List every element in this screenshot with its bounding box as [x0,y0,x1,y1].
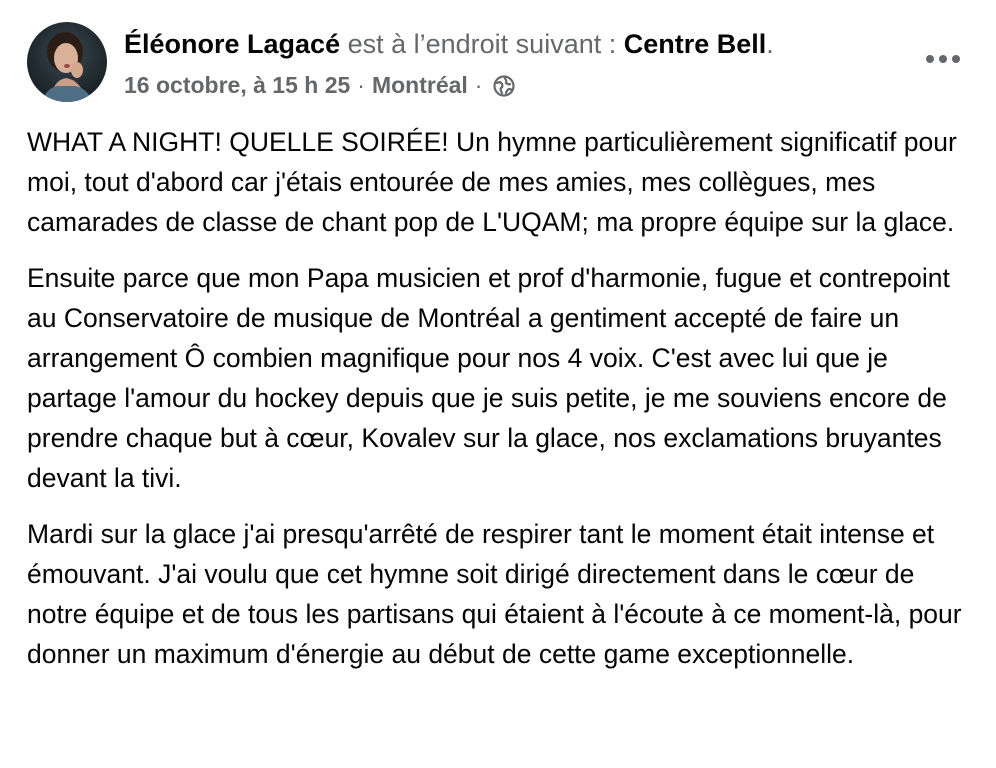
author-avatar[interactable] [27,22,107,102]
post-header-line: Éléonore Lagacé est à l’endroit suivant … [124,27,774,61]
post-paragraph: WHAT A NIGHT! QUELLE SOIRÉE! Un hymne pa… [27,127,957,237]
post-timestamp-link[interactable]: 16 octobre, à 15 h 25 [124,70,350,100]
more-options-icon-dot [939,55,947,63]
meta-separator: · [357,72,365,98]
place-link[interactable]: Centre Bell [624,29,767,59]
place-suffix: . [766,29,774,59]
post-paragraph: Mardi sur la glace j'ai presqu'arrêté de… [27,519,962,669]
more-options-icon-dot [952,55,960,63]
more-options-button[interactable] [920,42,966,76]
facebook-post: Éléonore Lagacé est à l’endroit suivant … [0,0,996,768]
author-name-link[interactable]: Éléonore Lagacé [124,29,340,59]
meta-separator: · [474,72,483,98]
post-meta: 16 octobre, à 15 h 25 · Montréal · [124,70,516,100]
post-paragraph: Ensuite parce que mon Papa musicien et p… [27,263,950,493]
checkin-text: est à l’endroit suivant : [340,29,624,59]
location-link[interactable]: Montréal [372,70,468,100]
avatar-photo [27,22,107,102]
post-body: WHAT A NIGHT! QUELLE SOIRÉE! Un hymne pa… [27,122,977,690]
globe-icon[interactable] [493,74,516,97]
more-options-icon [926,55,934,63]
